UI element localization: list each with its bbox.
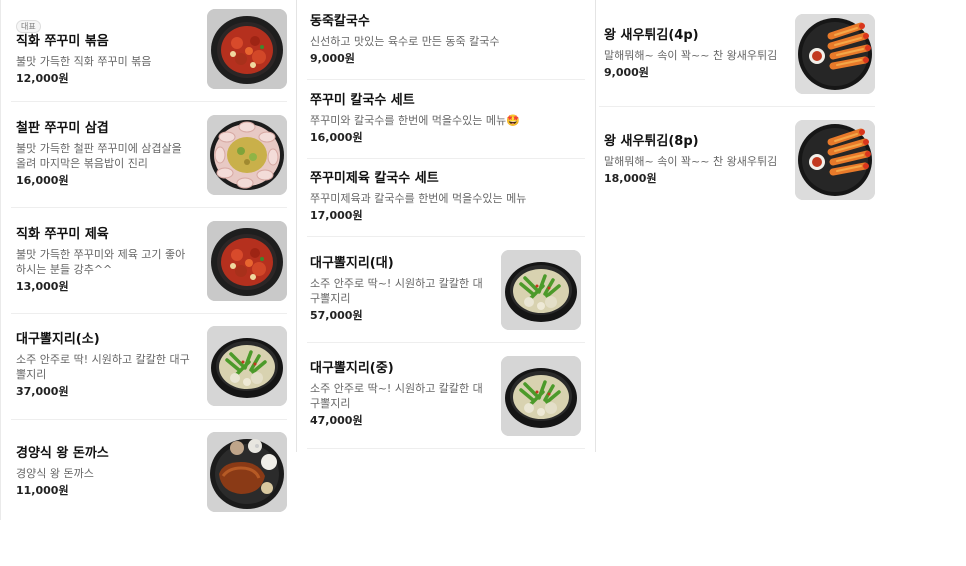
pork-belly-pan-icon[interactable]	[207, 115, 287, 195]
menu-item-description: 불맛 가득한 철판 쭈꾸미에 삼겹살을 올려 마지막은 볶음밥이 진리	[16, 142, 182, 170]
fried-shrimp-icon[interactable]	[795, 14, 875, 94]
pork-cutlet-icon[interactable]	[207, 432, 287, 512]
item-divider	[11, 313, 287, 314]
menu-item-description: 신선하고 맛있는 육수로 만든 동죽 칼국수	[310, 35, 500, 48]
menu-item-description: 소주 안주로 딱! 시원하고 칼칼한 대구뽈지리	[16, 353, 190, 381]
menu-item-price: 9,000원	[310, 52, 355, 65]
menu-item-clam-kalguksu[interactable]: 동죽칼국수 신선하고 맛있는 육수로 만든 동죽 칼국수 9,000원	[297, 13, 595, 66]
signature-badge: 대표	[16, 20, 41, 33]
fish-soup-icon[interactable]	[207, 326, 287, 406]
menu-item-description: 소주 안주로 딱~! 시원하고 칼칼한 대구뽈지리	[310, 382, 483, 410]
spicy-stirfry-icon[interactable]	[207, 221, 287, 301]
menu-item-description: 불맛 가득한 직화 쭈꾸미 볶음	[16, 55, 152, 68]
menu-item-name: 쭈꾸미제육 칼국수 세트	[310, 171, 439, 186]
menu-item-price: 16,000원	[310, 131, 363, 144]
menu-item-jeyuk-kalguksu-set[interactable]: 쭈꾸미제육 칼국수 세트 쭈꾸미제육과 칼국수를 한번에 먹을수있는 메뉴 17…	[297, 170, 595, 223]
menu-item-name: 동죽칼국수	[310, 14, 370, 29]
item-divider	[307, 79, 585, 80]
menu-item-description: 경양식 왕 돈까스	[16, 467, 94, 480]
fried-shrimp-icon[interactable]	[795, 120, 875, 200]
menu-column-1: 대표 직화 쭈꾸미 볶음 불맛 가득한 직화 쭈꾸미 볶음 12,000원 철판…	[0, 0, 297, 520]
menu-item-description: 불맛 가득한 쭈꾸미와 제육 고기 좋아하시는 분들 강추^^	[16, 248, 186, 276]
spicy-stirfry-icon[interactable]	[207, 9, 287, 89]
menu-item-description: 말해뭐해~ 속이 꽉~~ 찬 왕새우튀김	[604, 155, 778, 168]
menu-column-2: 동죽칼국수 신선하고 맛있는 육수로 만든 동죽 칼국수 9,000원 쭈꾸미 …	[296, 0, 596, 452]
item-divider	[599, 106, 875, 107]
item-divider	[11, 207, 287, 208]
menu-item-price: 17,000원	[310, 209, 363, 222]
fish-soup-icon[interactable]	[501, 250, 581, 330]
item-divider	[307, 342, 585, 343]
menu-item-name: 쭈꾸미 칼국수 세트	[310, 93, 415, 108]
item-divider	[307, 158, 585, 159]
item-divider	[307, 448, 585, 449]
fish-soup-icon[interactable]	[501, 356, 581, 436]
menu-item-description: 말해뭐해~ 속이 꽉~~ 찬 왕새우튀김	[604, 49, 778, 62]
item-divider	[307, 236, 585, 237]
menu-item-jjukkumi-kalguksu-set[interactable]: 쭈꾸미 칼국수 세트 쭈꾸미와 칼국수를 한번에 먹을수있는 메뉴🤩 16,00…	[297, 92, 595, 145]
menu-item-description: 소주 안주로 딱~! 시원하고 칼칼한 대구뽈지리	[310, 277, 483, 305]
menu-item-description: 쭈꾸미와 칼국수를 한번에 먹을수있는 메뉴🤩	[310, 114, 520, 127]
item-divider	[11, 101, 287, 102]
menu-item-description: 쭈꾸미제육과 칼국수를 한번에 먹을수있는 메뉴	[310, 192, 527, 205]
item-divider	[11, 419, 287, 420]
